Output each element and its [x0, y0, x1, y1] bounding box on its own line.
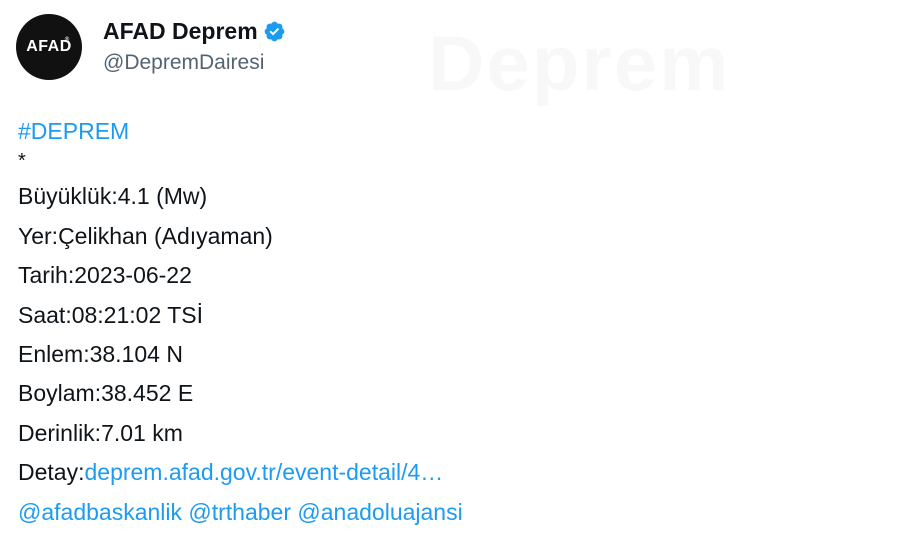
watermark: Deprem [428, 18, 730, 109]
location-line: Yer:Çelikhan (Adıyaman) [18, 222, 273, 249]
latitude-line: Enlem:38.104 N [18, 341, 183, 368]
mention-link[interactable]: @trthaber [188, 499, 291, 525]
date-line: Tarih:2023-06-22 [18, 262, 192, 289]
mentions-line: @afadbaskanlik @trthaber @anadoluajansi [18, 493, 878, 532]
hashtag-link[interactable]: #DEPREM [18, 112, 878, 151]
detail-link[interactable]: deprem.afad.gov.tr/event-detail/4… [84, 459, 443, 485]
detail-line: Detay:deprem.afad.gov.tr/event-detail/4… [18, 453, 878, 492]
avatar-registered-mark: ® [64, 36, 70, 43]
author-handle[interactable]: @DepremDairesi [103, 49, 286, 77]
display-name-row: AFAD Deprem [103, 17, 286, 45]
longitude-line: Boylam:38.452 E [18, 380, 194, 407]
verified-badge-icon[interactable] [263, 20, 286, 43]
time-line: Saat:08:21:02 TSİ [18, 301, 203, 328]
avatar[interactable]: AFAD ® [16, 14, 82, 80]
mention-link[interactable]: @afadbaskanlik [18, 499, 182, 525]
tweet-card: Deprem AFAD ® AFAD Deprem @DepremDairesi… [0, 0, 900, 557]
author-display-name[interactable]: AFAD Deprem [103, 17, 258, 45]
author-names: AFAD Deprem @DepremDairesi [103, 17, 286, 77]
mention-link[interactable]: @anadoluajansi [297, 499, 462, 525]
depth-line: Derinlik:7.01 km [18, 419, 183, 446]
detail-label: Detay: [18, 459, 85, 486]
magnitude-line: Büyüklük:4.1 (Mw) [18, 183, 208, 210]
tweet-body: #DEPREM * Büyüklük:4.1 (Mw) Yer:Çelikhan… [18, 112, 878, 532]
separator: * [18, 150, 26, 173]
tweet-header: AFAD ® AFAD Deprem @DepremDairesi [16, 14, 286, 80]
